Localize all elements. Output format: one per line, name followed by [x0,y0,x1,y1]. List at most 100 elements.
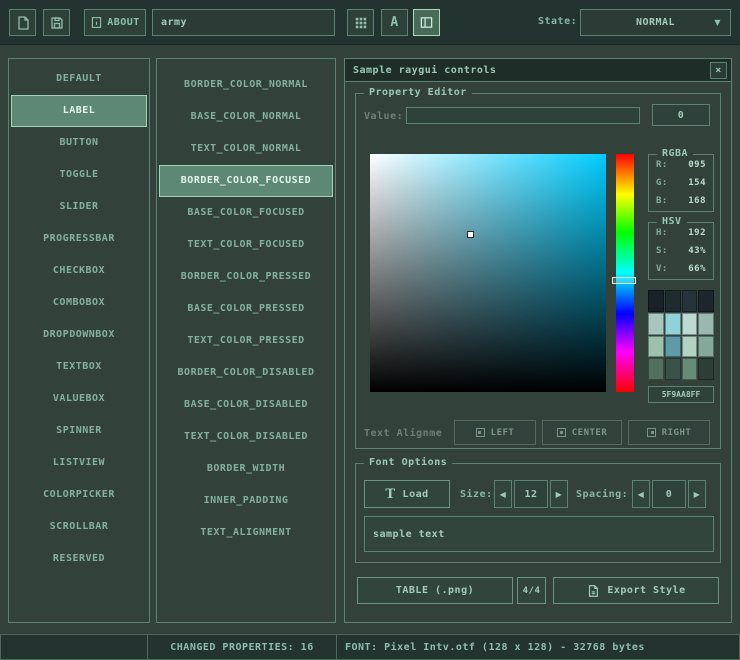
controls-list-item[interactable]: SPINNER [9,415,149,447]
color-swatch[interactable] [648,313,664,335]
table-export-button[interactable]: TABLE (.png) [357,577,513,604]
color-swatch[interactable] [682,336,698,358]
color-swatch[interactable] [682,313,698,335]
state-dropdown[interactable]: NORMAL ▼ [580,9,731,36]
color-swatch[interactable] [698,336,714,358]
color-swatch[interactable] [682,290,698,312]
controls-list-item[interactable]: COLORPICKER [9,479,149,511]
properties-list-item[interactable]: TEXT_ALIGNMENT [157,517,335,549]
sample-text-box[interactable]: sample text [364,516,714,552]
properties-list-item[interactable]: TEXT_COLOR_FOCUSED [157,229,335,261]
controls-list-item[interactable]: PROGRESSBAR [9,223,149,255]
toolbar: ABOUT A State: NORMAL ▼ [0,0,740,45]
load-font-button[interactable]: T Load [364,480,450,508]
controls-list-item[interactable]: DROPDOWNBOX [9,319,149,351]
controls-list-item[interactable]: BUTTON [9,127,149,159]
properties-list-item[interactable]: TEXT_COLOR_DISABLED [157,421,335,453]
pages-indicator[interactable]: 4/4 [517,577,546,604]
save-button[interactable] [43,9,70,36]
color-swatch[interactable] [665,358,681,380]
properties-list-item[interactable]: BORDER_COLOR_FOCUSED [159,165,333,197]
color-swatch[interactable] [665,290,681,312]
rgba-group: RGBA R:095 G:154 B:168 [648,154,714,212]
panel-icon [419,15,434,30]
size-value-box[interactable]: 12 [514,480,548,508]
value-button[interactable]: 0 [652,104,710,126]
controls-list-item[interactable]: TOGGLE [9,159,149,191]
spacing-value: 0 [666,489,673,500]
controls-list-item[interactable]: SCROLLBAR [9,511,149,543]
hsv-h-row: H:192 [649,225,713,241]
hex-value-box[interactable]: 5F9AA8FF [648,386,714,403]
properties-list-item[interactable]: INNER_PADDING [157,485,335,517]
spacing-increment-button[interactable]: ▶ [688,480,706,508]
letter-a-icon: A [390,15,398,30]
properties-list-item[interactable]: BASE_COLOR_PRESSED [157,293,335,325]
sample-text: sample text [373,529,445,540]
color-swatch[interactable] [665,336,681,358]
controls-list-item[interactable]: RESERVED [9,543,149,575]
properties-list-item[interactable]: BORDER_WIDTH [157,453,335,485]
color-swatch[interactable] [648,290,664,312]
color-swatch[interactable] [698,313,714,335]
controls-list-item[interactable]: TEXTBOX [9,351,149,383]
chevron-down-icon: ▼ [714,18,721,27]
export-style-button[interactable]: Export Style [553,577,719,604]
grid-view-button[interactable] [347,9,374,36]
controls-list-item[interactable]: LISTVIEW [9,447,149,479]
controls-list-item[interactable]: DEFAULT [9,63,149,95]
color-swatch[interactable] [665,313,681,335]
save-icon [49,15,65,31]
align-left-button[interactable]: LEFT [454,420,536,445]
new-file-button[interactable] [9,9,36,36]
properties-list-item[interactable]: BASE_COLOR_FOCUSED [157,197,335,229]
color-swatch[interactable] [698,290,714,312]
close-button[interactable]: × [710,62,727,79]
color-swatch[interactable] [648,358,664,380]
controls-list-item[interactable]: VALUEBOX [9,383,149,415]
panel-view-button[interactable] [413,9,440,36]
controls-list-item[interactable]: COMBOBOX [9,287,149,319]
color-gradient-panel[interactable] [370,154,606,392]
export-icon [586,584,600,598]
align-center-icon [557,428,566,437]
rgba-title: RGBA [657,148,693,159]
size-decrement-button[interactable]: ◀ [494,480,512,508]
close-icon: × [715,65,722,76]
hue-slider[interactable] [616,154,634,392]
hex-value: 5F9AA8FF [662,390,701,399]
align-right-button[interactable]: RIGHT [628,420,710,445]
color-swatch[interactable] [648,336,664,358]
color-cursor[interactable] [467,231,474,238]
about-button[interactable]: ABOUT [84,9,146,36]
properties-list-item[interactable]: BORDER_COLOR_DISABLED [157,357,335,389]
changed-properties-text: CHANGED PROPERTIES: 16 [170,642,313,653]
align-center-button[interactable]: CENTER [542,420,622,445]
color-swatch[interactable] [698,358,714,380]
swatch-grid [648,290,714,380]
value-button-label: 0 [678,110,685,121]
pages-value: 4/4 [523,586,541,596]
properties-list-item[interactable]: BORDER_COLOR_PRESSED [157,261,335,293]
controls-list-item[interactable]: SLIDER [9,191,149,223]
controls-list-item[interactable]: LABEL [11,95,147,127]
style-name-input[interactable] [152,9,335,36]
value-input[interactable] [406,107,640,124]
spacing-value-box[interactable]: 0 [652,480,686,508]
properties-list-item[interactable]: TEXT_COLOR_NORMAL [157,133,335,165]
font-info-text: FONT: Pixel Intv.otf (128 x 128) - 32768… [345,642,645,653]
export-style-label: Export Style [607,585,685,596]
properties-list-item[interactable]: BASE_COLOR_DISABLED [157,389,335,421]
hue-slider-handle[interactable] [612,277,636,284]
properties-list-item[interactable]: TEXT_COLOR_PRESSED [157,325,335,357]
text-tool-button[interactable]: A [381,9,408,36]
properties-list-item[interactable]: BORDER_COLOR_NORMAL [157,69,335,101]
size-increment-button[interactable]: ▶ [550,480,568,508]
align-right-icon [647,428,656,437]
color-swatch[interactable] [682,358,698,380]
window-titlebar[interactable]: Sample raygui controls [345,59,731,82]
spacing-decrement-button[interactable]: ◀ [632,480,650,508]
properties-list-item[interactable]: BASE_COLOR_NORMAL [157,101,335,133]
rgba-b-row: B:168 [649,193,713,209]
controls-list-item[interactable]: CHECKBOX [9,255,149,287]
